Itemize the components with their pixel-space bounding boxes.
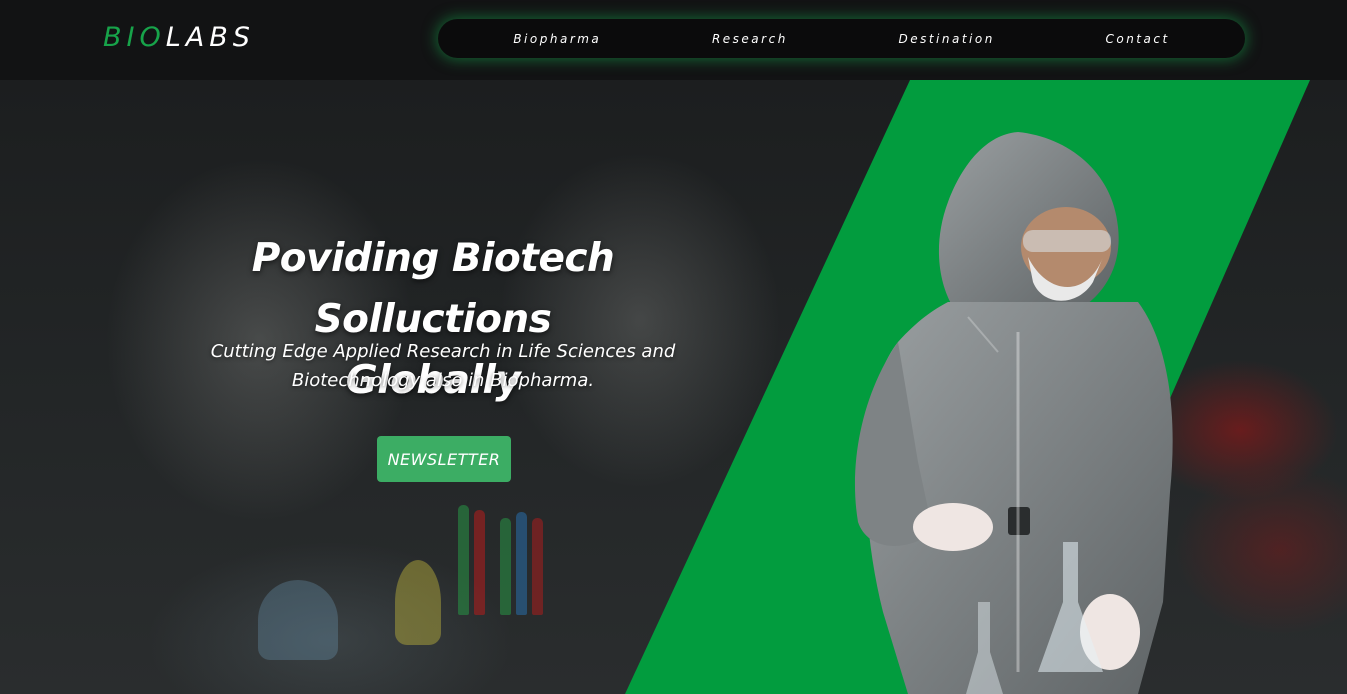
newsletter-button[interactable]: NEWSLETTER	[377, 436, 511, 482]
logo-part-labs: LABS	[165, 22, 255, 53]
logo-part-bio: BIO	[103, 22, 166, 53]
nav-link-biopharma[interactable]: Biopharma	[513, 32, 601, 46]
hero-subtitle-line-2: Biotechnology also in Biopharma.	[291, 370, 595, 391]
hero-subtitle: Cutting Edge Applied Research in Life Sc…	[160, 337, 726, 395]
test-tube	[458, 505, 469, 615]
nav-link-destination[interactable]: Destination	[898, 32, 994, 46]
nav-link-research[interactable]: Research	[712, 32, 788, 46]
top-bar: BIOLABS Biopharma Research Destination C…	[0, 0, 1347, 80]
flask	[258, 580, 338, 660]
main-nav: Biopharma Research Destination Contact	[438, 19, 1245, 58]
flask	[395, 560, 441, 645]
test-tube	[516, 512, 527, 615]
test-tube	[532, 518, 543, 615]
hero-title-line-1: Poviding Biotech Solluctions	[251, 236, 615, 343]
nav-link-contact[interactable]: Contact	[1105, 32, 1169, 46]
test-tube	[474, 510, 485, 615]
logo[interactable]: BIOLABS	[103, 22, 255, 53]
hero-subtitle-line-1: Cutting Edge Applied Research in Life Sc…	[210, 341, 676, 362]
scientist-in-protective-suit-image	[854, 132, 1173, 694]
test-tube	[500, 518, 511, 615]
hero-section: Poviding Biotech Solluctions Globally Cu…	[0, 80, 1347, 694]
